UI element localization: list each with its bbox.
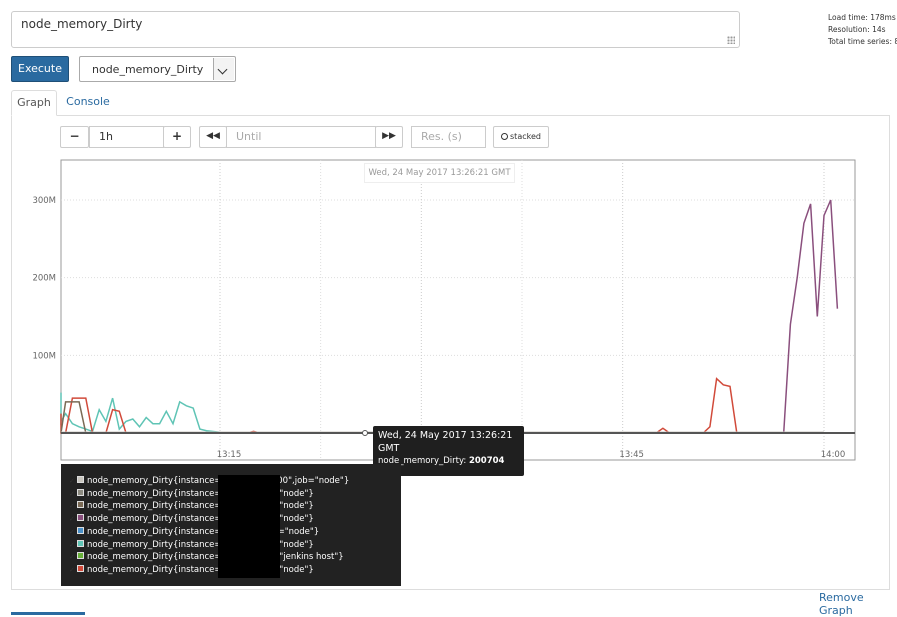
check-icon: ✓: [69, 565, 75, 574]
tooltip-instance-value: : 52.174.42.243:9100: [409, 479, 480, 487]
load-time: Load time: 178ms: [828, 13, 896, 22]
metric-select[interactable]: node_memory_Dirty: [79, 56, 236, 82]
legend-swatch: [77, 526, 84, 534]
tab-console[interactable]: Console: [60, 90, 116, 116]
legend-swatch: [77, 476, 84, 483]
legend-label: node_memory_Dirty{instance=" 9:9100",job…: [87, 526, 320, 537]
time-forward-button[interactable]: ▶▶: [375, 126, 403, 148]
tab-graph[interactable]: Graph: [11, 90, 57, 116]
radio-circle-icon: [501, 133, 509, 140]
stacked-toggle[interactable]: stacked: [493, 126, 549, 148]
resize-handle-icon[interactable]: [727, 36, 735, 44]
tooltip-metric-value: 200704: [468, 456, 505, 466]
resolution: Resolution: 14s: [828, 25, 886, 34]
stacked-label: stacked: [510, 132, 541, 141]
legend-swatch: [77, 514, 84, 522]
legend-swatch: [77, 501, 84, 509]
hover-time-label: Wed, 24 May 2017 13:26:21 GMT: [364, 163, 515, 183]
check-icon: ✓: [69, 477, 75, 485]
range-decrease-button[interactable]: −: [60, 126, 89, 148]
range-input[interactable]: 1h: [89, 126, 164, 148]
until-input[interactable]: Until: [226, 126, 376, 148]
expression-text: node_memory_Dirty: [21, 17, 143, 31]
redaction-block: [218, 475, 280, 578]
expression-input[interactable]: node_memory_Dirty: [11, 11, 740, 48]
legend-swatch: [77, 552, 84, 560]
legend-swatch: [77, 539, 84, 547]
legend-swatch: [77, 488, 84, 496]
check-icon: ✓: [69, 553, 75, 562]
check-icon: ✓: [69, 515, 75, 524]
legend-swatch: [77, 564, 84, 572]
resolution-input[interactable]: Res. (s): [411, 126, 486, 148]
tooltip-time: Wed, 24 May 2017 13:26:21 GMT: [378, 430, 513, 454]
check-icon: ✓: [69, 540, 75, 549]
remove-graph-link[interactable]: Remove Graph: [819, 591, 897, 617]
check-icon: ✓: [69, 527, 75, 536]
legend-label: node_memory_Dirty{instance=" :9100",job=…: [87, 552, 344, 563]
total-series: Total time series: 8: [828, 37, 897, 46]
metric-select-value: node_memory_Dirty: [92, 63, 204, 76]
chevron-down-icon[interactable]: [213, 58, 234, 80]
execute-button[interactable]: Execute: [11, 56, 69, 82]
time-back-button[interactable]: ◀◀: [199, 126, 227, 148]
check-icon: ✓: [69, 502, 75, 511]
query-stats: Load time: 178ms Resolution: 14s Total t…: [828, 12, 897, 48]
check-icon: ✓: [69, 489, 75, 498]
range-increase-button[interactable]: +: [163, 126, 191, 148]
